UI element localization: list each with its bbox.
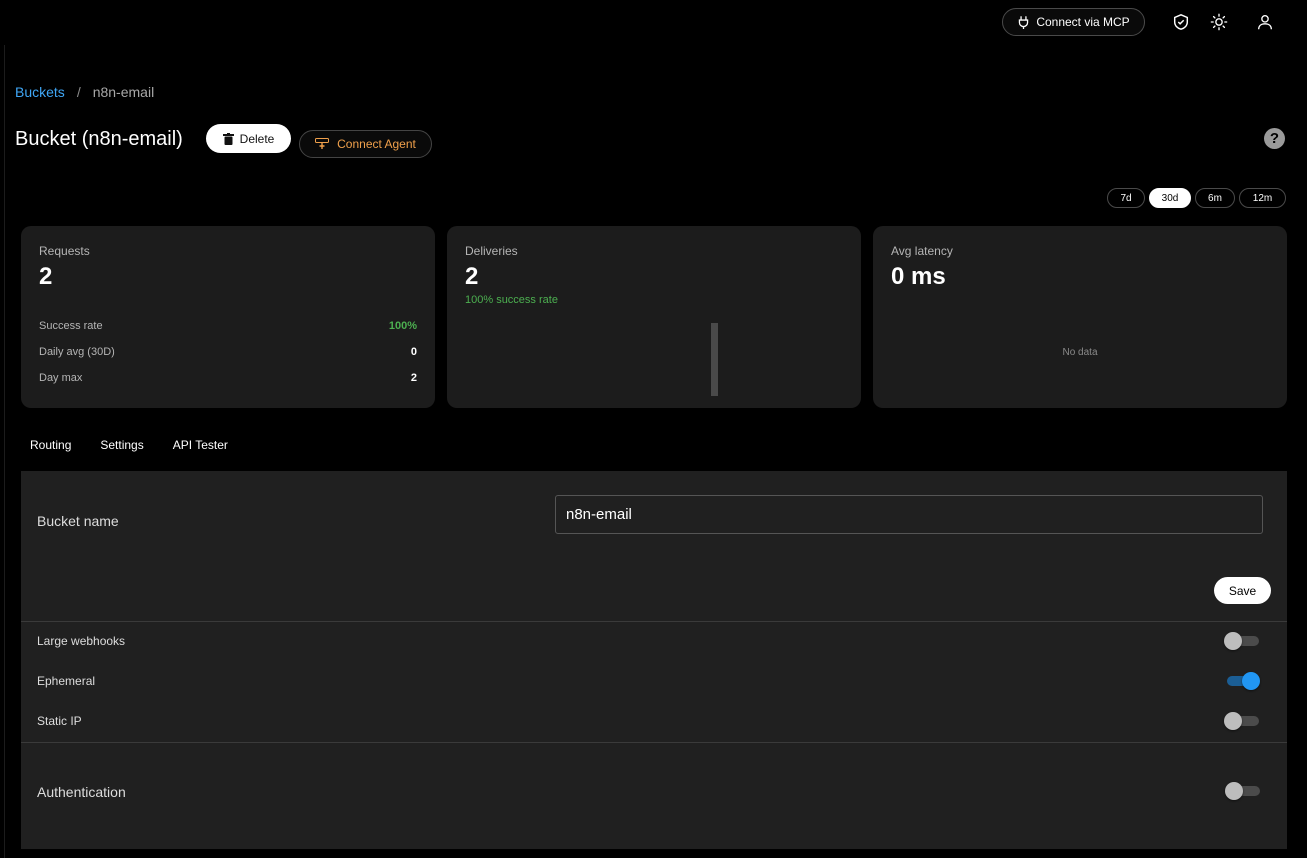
range-chip-30d[interactable]: 30d — [1149, 188, 1191, 208]
static-ip-toggle[interactable] — [1224, 711, 1260, 731]
left-border — [4, 45, 5, 858]
stat-row-daily-avg: Daily avg (30D) 0 — [39, 346, 417, 358]
delete-button[interactable]: Delete — [206, 124, 291, 153]
sun-icon[interactable] — [1208, 11, 1230, 33]
tab-routing[interactable]: Routing — [30, 438, 71, 452]
time-range-selector: 7d 30d 6m 12m — [1107, 188, 1286, 208]
ephemeral-label: Ephemeral — [37, 674, 96, 688]
requests-value: 2 — [39, 263, 53, 290]
stat-value: 100% — [388, 320, 417, 332]
shield-check-icon[interactable] — [1170, 11, 1192, 33]
save-button[interactable]: Save — [1214, 577, 1271, 604]
delete-label: Delete — [239, 131, 275, 146]
connect-agent-button[interactable]: Connect Agent — [299, 130, 432, 158]
bucket-name-input[interactable] — [555, 495, 1263, 534]
deliveries-success-note: 100% success rate — [465, 294, 558, 306]
range-chip-7d[interactable]: 7d — [1107, 188, 1145, 208]
stat-row-day-max: Day max 2 — [39, 372, 417, 384]
top-bar: Connect via MCP — [0, 0, 1307, 45]
stat-label: Success rate — [39, 320, 103, 332]
connect-mcp-label: Connect via MCP — [1036, 15, 1130, 29]
latency-no-data: No data — [1062, 347, 1098, 358]
page-title: Bucket (n8n-email) — [15, 128, 183, 150]
stat-value: 0 — [410, 346, 417, 358]
stat-row-success-rate: Success rate 100% — [39, 320, 417, 332]
latency-value: 0 ms — [891, 263, 946, 290]
tab-api-tester[interactable]: API Tester — [173, 438, 228, 452]
help-icon[interactable]: ? — [1264, 128, 1285, 149]
tab-settings[interactable]: Settings — [100, 438, 143, 452]
breadcrumb-buckets-link[interactable]: Buckets — [15, 84, 65, 100]
authentication-label: Authentication — [37, 784, 126, 800]
deliveries-card: Deliveries 2 100% success rate — [447, 226, 861, 408]
latency-card: Avg latency 0 ms No data — [873, 226, 1287, 408]
latency-label: Avg latency — [891, 244, 953, 258]
large-webhooks-toggle[interactable] — [1224, 631, 1260, 651]
authentication-toggle[interactable] — [1225, 781, 1261, 801]
stat-value: 2 — [410, 372, 417, 384]
divider — [21, 621, 1287, 622]
range-chip-12m[interactable]: 12m — [1239, 188, 1286, 208]
breadcrumb: Buckets / n8n-email — [15, 84, 154, 100]
deliveries-value: 2 — [465, 263, 479, 290]
ephemeral-toggle[interactable] — [1224, 671, 1260, 691]
requests-card: Requests 2 Success rate 100% Daily avg (… — [21, 226, 435, 408]
trash-icon — [222, 132, 234, 145]
divider — [21, 742, 1287, 743]
requests-label: Requests — [39, 244, 90, 258]
user-icon[interactable] — [1254, 11, 1276, 33]
bucket-tabs: Routing Settings API Tester — [30, 438, 228, 452]
static-ip-label: Static IP — [37, 714, 82, 728]
stat-label: Daily avg (30D) — [39, 346, 115, 358]
agent-icon — [315, 138, 330, 149]
deliveries-sparkline-bar — [711, 323, 718, 396]
breadcrumb-current: n8n-email — [92, 84, 155, 100]
settings-panel: Bucket name Save Large webhooks Ephemera… — [21, 471, 1287, 849]
deliveries-label: Deliveries — [465, 244, 518, 258]
stat-label: Day max — [39, 372, 83, 384]
range-chip-6m[interactable]: 6m — [1195, 188, 1235, 208]
bucket-name-label: Bucket name — [37, 513, 119, 529]
plug-icon — [1019, 15, 1029, 29]
connect-agent-label: Connect Agent — [337, 137, 416, 151]
breadcrumb-separator: / — [76, 84, 81, 100]
large-webhooks-label: Large webhooks — [37, 634, 126, 648]
connect-mcp-button[interactable]: Connect via MCP — [1002, 8, 1145, 36]
